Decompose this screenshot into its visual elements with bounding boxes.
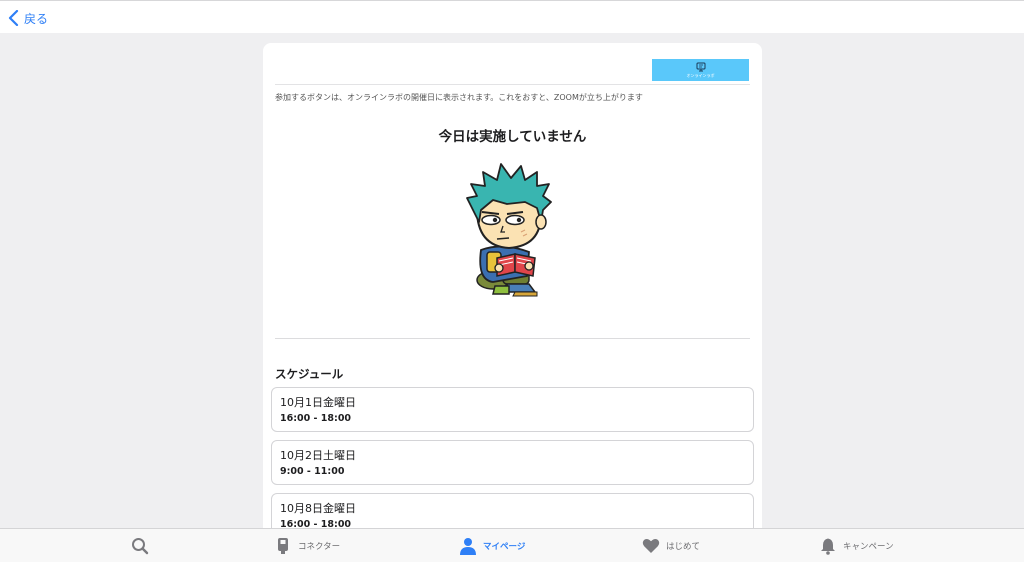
tab-mypage[interactable]: マイページ <box>459 529 525 562</box>
divider <box>275 84 750 85</box>
tab-connector-label: コネクター <box>298 542 341 552</box>
online-lab-button-label: オンラインラボ <box>686 73 715 78</box>
connector-icon <box>278 538 288 554</box>
bottom-tab-bar: コネクター マイページ はじめて キャンペーン <box>0 528 1024 562</box>
status-headline: 今日は実施していません <box>438 129 587 145</box>
schedule-time: 16:00 - 18:00 <box>280 413 352 424</box>
schedule-item[interactable]: 10月2日土曜日 9:00 - 11:00 <box>271 440 754 485</box>
schedule-time: 9:00 - 11:00 <box>280 466 345 477</box>
schedule-list: 10月1日金曜日 16:00 - 18:00 10月2日土曜日 9:00 - 1… <box>271 387 754 543</box>
schedule-date: 10月8日金曜日 <box>280 502 356 515</box>
tab-search[interactable] <box>131 529 155 562</box>
top-bar: 戻る <box>0 0 1024 33</box>
online-lab-card: オンラインラボ 参加するボタンは、オンラインラボの開催日に表示されます。これをお… <box>263 43 762 543</box>
back-label: 戻る <box>24 11 49 26</box>
tab-hajimete[interactable]: はじめて <box>642 529 700 562</box>
character-reading-illustration <box>466 163 552 297</box>
section-divider <box>275 338 750 339</box>
bell-icon <box>821 538 835 555</box>
person-icon <box>460 538 476 555</box>
schedule-date: 10月1日金曜日 <box>280 396 356 409</box>
join-notice: 参加するボタンは、オンラインラボの開催日に表示されます。これをおすと、ZOOMが… <box>275 93 643 102</box>
back-button[interactable]: 戻る <box>8 8 48 28</box>
online-lab-button[interactable]: オンラインラボ <box>652 59 749 81</box>
tab-campaign[interactable]: キャンペーン <box>819 529 894 562</box>
tab-mypage-label: マイページ <box>483 542 526 552</box>
tab-connector[interactable]: コネクター <box>274 529 340 562</box>
schedule-title: スケジュール <box>275 367 344 381</box>
search-icon <box>132 538 149 555</box>
heart-icon <box>642 538 660 553</box>
tab-hajimete-label: はじめて <box>666 542 701 552</box>
online-lab-icon <box>696 62 705 72</box>
tab-campaign-label: キャンペーン <box>843 542 894 552</box>
schedule-item[interactable]: 10月1日金曜日 16:00 - 18:00 <box>271 387 754 432</box>
schedule-date: 10月2日土曜日 <box>280 449 356 462</box>
chevron-left-icon <box>8 10 19 26</box>
